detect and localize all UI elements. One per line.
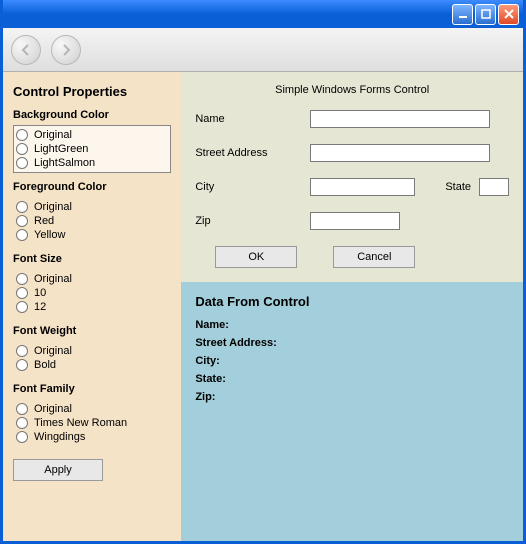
data-panel: Data From Control Name: Street Address: … (181, 282, 523, 541)
name-label: Name (195, 113, 310, 125)
size-group: Original 10 12 (13, 269, 171, 317)
bg-opt-original[interactable]: Original (16, 128, 170, 142)
app-window: Control Properties Background Color Orig… (0, 0, 526, 544)
apply-button[interactable]: Apply (13, 459, 103, 481)
zip-label: Zip (195, 215, 310, 227)
bg-opt-lightgreen[interactable]: LightGreen (16, 142, 170, 156)
nav-toolbar (3, 28, 523, 72)
city-label: City (195, 181, 310, 193)
family-group-title: Font Family (13, 383, 171, 395)
size-group-title: Font Size (13, 253, 171, 265)
fg-group: Original Red Yellow (13, 197, 171, 245)
content: Control Properties Background Color Orig… (3, 72, 523, 541)
forward-button[interactable] (51, 35, 81, 65)
cancel-button[interactable]: Cancel (333, 246, 415, 268)
out-name: Name: (195, 319, 509, 331)
minimize-button[interactable] (452, 4, 473, 25)
out-city: City: (195, 355, 509, 367)
size-opt-10[interactable]: 10 (16, 286, 170, 300)
back-button[interactable] (11, 35, 41, 65)
titlebar (3, 0, 523, 28)
family-group: Original Times New Roman Wingdings (13, 399, 171, 447)
city-input[interactable] (310, 178, 415, 196)
row-zip: Zip (195, 212, 509, 230)
data-title: Data From Control (195, 294, 509, 309)
weight-group: Original Bold (13, 341, 171, 375)
sidebar-title: Control Properties (13, 84, 171, 99)
weight-opt-original[interactable]: Original (16, 344, 170, 358)
close-button[interactable] (498, 4, 519, 25)
arrow-right-icon (58, 42, 74, 58)
out-zip: Zip: (195, 391, 509, 403)
maximize-icon (481, 9, 491, 19)
fg-opt-original[interactable]: Original (16, 200, 170, 214)
bg-group-title: Background Color (13, 109, 171, 121)
out-state: State: (195, 373, 509, 385)
row-street: Street Address (195, 144, 509, 162)
row-city-state: City State (195, 178, 509, 196)
form-panel: Simple Windows Forms Control Name Street… (181, 72, 523, 282)
size-opt-12[interactable]: 12 (16, 300, 170, 314)
street-input[interactable] (310, 144, 490, 162)
close-icon (504, 9, 514, 19)
state-label: State (445, 181, 471, 193)
fg-opt-red[interactable]: Red (16, 214, 170, 228)
name-input[interactable] (310, 110, 490, 128)
weight-group-title: Font Weight (13, 325, 171, 337)
arrow-left-icon (18, 42, 34, 58)
size-opt-original[interactable]: Original (16, 272, 170, 286)
weight-opt-bold[interactable]: Bold (16, 358, 170, 372)
form-title: Simple Windows Forms Control (195, 84, 509, 96)
maximize-button[interactable] (475, 4, 496, 25)
zip-input[interactable] (310, 212, 400, 230)
sidebar: Control Properties Background Color Orig… (3, 72, 181, 541)
fg-group-title: Foreground Color (13, 181, 171, 193)
family-opt-original[interactable]: Original (16, 402, 170, 416)
bg-group: Original LightGreen LightSalmon (13, 125, 171, 173)
state-input[interactable] (479, 178, 509, 196)
row-name: Name (195, 110, 509, 128)
button-row: OK Cancel (195, 246, 509, 268)
street-label: Street Address (195, 147, 310, 159)
bg-opt-lightsalmon[interactable]: LightSalmon (16, 156, 170, 170)
minimize-icon (458, 9, 468, 19)
main: Simple Windows Forms Control Name Street… (181, 72, 523, 541)
out-street: Street Address: (195, 337, 509, 349)
ok-button[interactable]: OK (215, 246, 297, 268)
family-opt-times[interactable]: Times New Roman (16, 416, 170, 430)
family-opt-wingdings[interactable]: Wingdings (16, 430, 170, 444)
fg-opt-yellow[interactable]: Yellow (16, 228, 170, 242)
